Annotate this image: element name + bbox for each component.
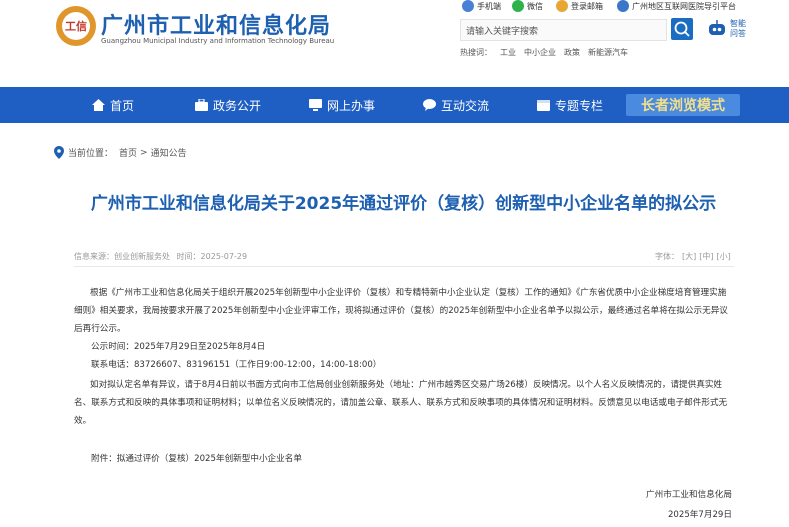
article-paragraph: 根据《广州市工业和信息化局关于组织开展2025年创新型中小企业评价（复核）和专精… [74,288,728,334]
breadcrumb-current[interactable]: 通知公告 [151,146,187,159]
wechat-icon [512,0,524,12]
font-size-small[interactable]: [小] [717,252,731,261]
hot-word[interactable]: 新能源汽车 [588,48,628,57]
article-meta: 信息来源：创业创新服务处 时间：2025-07-29 [74,251,247,262]
nav-item-home[interactable]: 首页 [92,87,134,123]
hot-word[interactable]: 工业 [500,48,516,57]
home-icon [92,99,105,111]
hot-words: 热搜词： 工业 中小企业 政策 新能源汽车 [460,47,636,58]
mobile-link[interactable]: 手机端 [462,0,501,12]
article-source: 信息来源：创业创新服务处 [74,252,170,261]
search-icon [674,21,690,37]
mobile-label: 手机端 [477,1,501,11]
site-subtitle: Guangzhou Municipal Industry and Informa… [101,37,335,45]
breadcrumb-separator: > [140,147,148,158]
hot-label: 热搜词： [460,48,492,57]
site-logo[interactable]: 工信 [56,6,96,46]
mail-label: 登录邮箱 [571,1,603,11]
font-size-label: 字体： [655,252,679,261]
nav-item-interact[interactable]: 互动交流 [423,87,489,123]
search-button[interactable] [671,18,693,40]
mail-icon [556,0,568,12]
breadcrumb: 当前位置： 首页 > 通知公告 [54,146,187,159]
breadcrumb-home[interactable]: 首页 [119,146,137,159]
breadcrumb-label: 当前位置： [68,149,114,159]
robot-icon [709,20,725,35]
nav-item-topics[interactable]: 专题专栏 [537,87,603,123]
mobile-icon [462,0,474,12]
logo-emblem: 工信 [62,12,90,40]
nav-item-label: 政务公开 [213,98,262,113]
robot-button[interactable] [705,18,729,40]
article-time: 时间：2025-07-29 [176,252,248,261]
search-placeholder: 请输入关键字搜索 [466,27,539,37]
attachment-link[interactable]: 附件：拟通过评价（复核）2025年创新型中小企业名单 [91,452,302,464]
robot-label[interactable]: 智能问答 [730,19,748,39]
nav-item-label: 专题专栏 [555,98,604,113]
briefcase-icon [195,99,208,111]
signature-date: 2025年7月29日 [667,510,732,520]
wechat-label: 微信 [527,1,543,11]
nav-item-online[interactable]: 网上办事 [309,87,375,123]
hospital-link[interactable]: 广州地区互联网医院导引平台 [617,0,736,12]
hospital-icon [617,0,629,12]
hot-word[interactable]: 政策 [564,48,580,57]
site-title[interactable]: 广州市工业和信息化局 [101,8,331,40]
contact-phone: 联系电话：83726607、83196151（工作日9:00-12:00，14:… [91,360,382,370]
calendar-icon [537,100,550,111]
hospital-label: 广州地区互联网医院导引平台 [632,1,736,11]
nav-item-gov[interactable]: 政务公开 [195,87,261,123]
font-size-large[interactable]: [大] [682,252,696,261]
nav-item-label: 互动交流 [441,98,490,113]
monitor-icon [309,99,322,111]
elder-mode-button[interactable]: 长者浏览模式 [626,94,740,116]
article-title: 广州市工业和信息化局关于2025年通过评价（复核）创新型中小企业名单的拟公示 [90,194,717,214]
wechat-link[interactable]: 微信 [512,0,543,12]
location-pin-icon [54,146,64,159]
font-size-medium[interactable]: [中] [699,252,713,261]
chat-icon [423,99,436,111]
divider [74,266,734,267]
nav-item-label: 网上办事 [327,98,376,113]
hot-word[interactable]: 中小企业 [524,48,556,57]
font-size-controls: 字体： [大] [中] [小] [655,251,731,262]
article-paragraph: 如对拟认定名单有异议，请于8月4日前以书面方式向市工信局创业创新服务处（地址：广… [74,380,728,426]
signature: 广州市工业和信息化局 [646,490,732,500]
mail-link[interactable]: 登录邮箱 [556,0,603,12]
nav-item-label: 首页 [110,98,135,113]
publicity-period: 公示时间：2025年7月29日至2025年8月4日 [91,342,266,352]
